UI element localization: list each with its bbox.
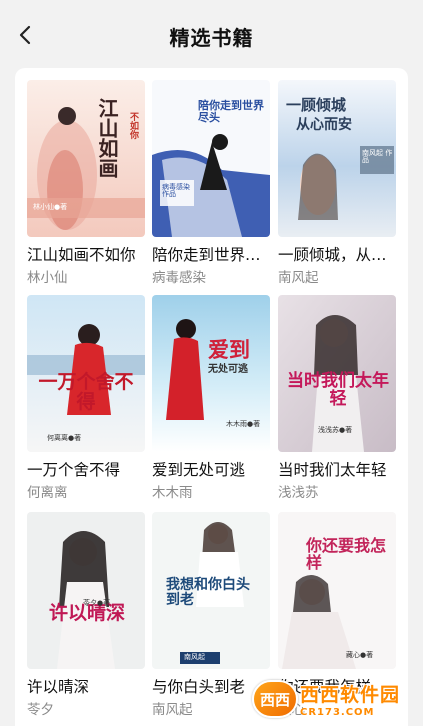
cover-credit: 木木雨●著 [226,420,261,428]
book-title: 一顾倾城，从心而安 [278,246,396,264]
book-author: 何离离 [27,485,68,501]
book-cover[interactable]: 爱到 无处可逃 木木雨●著 [152,295,270,452]
watermark-logo-icon: 西西 [252,680,298,718]
cover-credit: 藏心●著 [346,651,374,659]
cover-title: 江山如画 [95,98,119,178]
cover-title: 你还要我怎样 [306,536,387,572]
cover-credit: 何离离●著 [47,434,82,442]
cover-title: 陪你走到世界尽头 [198,99,264,124]
book-item[interactable]: 一万个舍不得 何离离●著 一万个舍不得 何离离 [27,295,145,502]
book-item[interactable]: 爱到 无处可逃 木木雨●著 爱到无处可逃 木木雨 [152,295,270,502]
cover-credit: 浅浅苏●著 [318,426,353,434]
site-watermark: 西西 西西软件园 CR173.COM [252,676,420,722]
cover-title: 一顾倾城 [286,96,347,114]
book-item[interactable]: 一顾倾城 从心而安 南风起 作品 一顾倾城，从心而安 南风起 [278,80,396,287]
cover-credit: 南风起 [184,653,205,661]
book-item[interactable]: 许以晴深 苓夕●著 许以晴深 苓夕 [27,512,145,719]
cover-title: 爱到 [208,337,250,362]
book-title: 当时我们太年轻 [278,461,387,479]
book-cover[interactable]: 陪你走到世界尽头 病毒感染 作品 [152,80,270,237]
watermark-name: 西西软件园 [300,684,401,706]
cover-title: 我想和你白头到老 [166,577,250,608]
book-author: 木木雨 [152,485,193,501]
watermark-domain: CR173.COM [300,707,375,718]
book-grid-card: 江山如画 不如你 林小仙●著 江山如画不如你 林小仙 陪你走到世界尽头 病毒感染… [15,68,408,726]
book-title: 陪你走到世界尽头 [152,246,270,264]
book-author: 浅浅苏 [278,485,319,501]
book-cover[interactable]: 一顾倾城 从心而安 南风起 作品 [278,80,396,237]
cover-subtitle: 从心而安 [296,117,352,133]
book-item[interactable]: 陪你走到世界尽头 病毒感染 作品 陪你走到世界尽头 病毒感染 [152,80,270,287]
book-author: 南风起 [278,270,319,286]
page-title: 精选书籍 [169,26,254,50]
cover-subtitle: 不如你 [128,112,138,139]
top-bar: 精选书籍 [0,0,423,68]
book-cover[interactable]: 一万个舍不得 何离离●著 [27,295,145,452]
book-cover[interactable]: 许以晴深 苓夕●著 [27,512,145,669]
cover-credit: 病毒感染 作品 [162,183,190,199]
book-cover[interactable]: 我想和你白头到老 南风起 [152,512,270,669]
book-author: 病毒感染 [152,270,206,286]
book-item[interactable]: 江山如画 不如你 林小仙●著 江山如画不如你 林小仙 [27,80,145,287]
cover-credit: 林小仙●著 [33,203,68,211]
cover-subtitle: 无处可逃 [208,364,248,375]
book-item[interactable]: 当时我们太年轻 浅浅苏●著 当时我们太年轻 浅浅苏 [278,295,396,502]
cover-title: 一万个舍不得 [38,371,134,413]
book-author: 林小仙 [27,270,68,286]
cover-credit: 南风起 作品 [362,149,393,165]
book-title: 一万个舍不得 [27,461,121,479]
book-title: 许以晴深 [27,678,90,696]
book-title: 爱到无处可逃 [152,461,246,479]
cover-title: 当时我们太年轻 [287,371,389,409]
book-cover[interactable]: 当时我们太年轻 浅浅苏●著 [278,295,396,452]
book-cover[interactable]: 江山如画 不如你 林小仙●著 [27,80,145,237]
book-cover[interactable]: 你还要我怎样 藏心●著 [278,512,396,669]
book-title: 江山如画不如你 [27,246,136,264]
cover-credit: 苓夕●著 [83,599,111,607]
book-author: 苓夕 [27,702,54,718]
